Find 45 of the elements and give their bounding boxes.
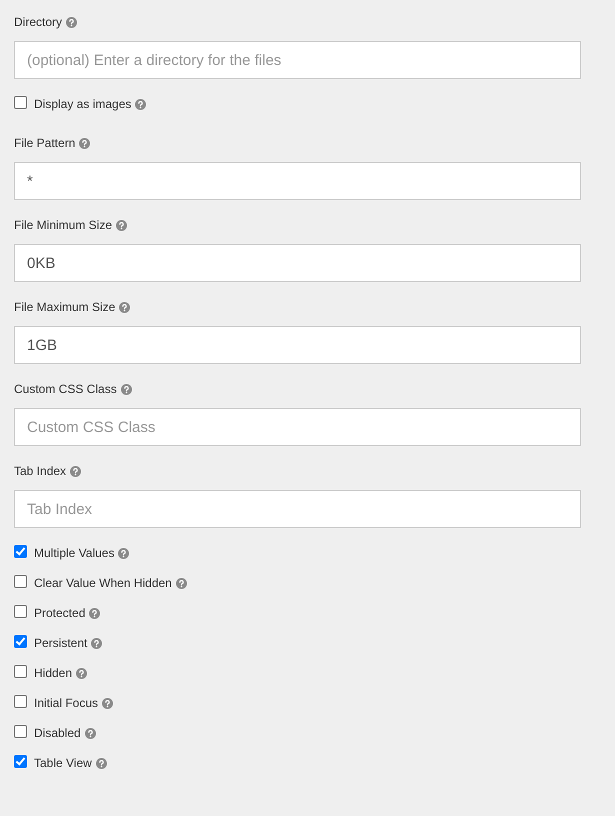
checkbox[interactable] (14, 634, 27, 648)
checkbox-label: Table View (34, 756, 92, 770)
help-icon[interactable] (102, 698, 114, 708)
field-label: Directory (14, 15, 62, 29)
checkbox-label: Protected (34, 606, 86, 620)
checkbox[interactable] (14, 96, 27, 108)
checkbox-label: Multiple Values (34, 546, 114, 560)
checkbox-label: Initial Focus (34, 696, 98, 710)
input-field[interactable]: 0KB (14, 244, 581, 282)
field-label: File Maximum Size (14, 300, 116, 314)
checkbox[interactable] (14, 664, 27, 678)
help-icon[interactable] (79, 138, 90, 148)
field-label: File Pattern (14, 136, 76, 150)
checkbox[interactable] (14, 754, 27, 768)
help-icon[interactable] (119, 302, 130, 312)
checkbox-label: Persistent (34, 636, 88, 650)
input-field[interactable]: (optional) Enter a directory for the files (14, 41, 581, 79)
checkbox[interactable] (14, 724, 27, 738)
field-label: Custom CSS Class (14, 382, 117, 396)
help-icon[interactable] (76, 668, 88, 678)
checkbox-label: Clear Value When Hidden (34, 576, 172, 590)
help-icon[interactable] (96, 758, 107, 768)
help-icon[interactable] (89, 608, 100, 618)
input-field[interactable]: Tab Index (14, 490, 581, 528)
checkbox[interactable] (14, 544, 27, 558)
help-icon[interactable] (116, 220, 128, 230)
help-icon[interactable] (118, 548, 130, 558)
checkbox[interactable] (14, 604, 27, 618)
input-field[interactable]: * (14, 162, 581, 200)
help-icon[interactable] (70, 466, 82, 476)
help-icon[interactable] (84, 728, 96, 738)
field-label: Tab Index (14, 464, 66, 478)
checkbox[interactable] (14, 574, 27, 588)
field-label: File Minimum Size (14, 218, 112, 232)
help-icon[interactable] (66, 16, 78, 28)
help-icon[interactable] (120, 384, 132, 394)
checkbox[interactable] (14, 694, 27, 708)
checkbox-label: Disabled (34, 726, 81, 740)
input-field[interactable]: 1GB (14, 326, 581, 364)
help-icon[interactable] (135, 98, 146, 110)
help-icon[interactable] (91, 638, 102, 648)
input-field[interactable]: Custom CSS Class (14, 408, 581, 446)
checkbox-label: Display as images (34, 97, 132, 111)
checkbox-label: Hidden (34, 666, 72, 680)
help-icon[interactable] (176, 578, 187, 588)
